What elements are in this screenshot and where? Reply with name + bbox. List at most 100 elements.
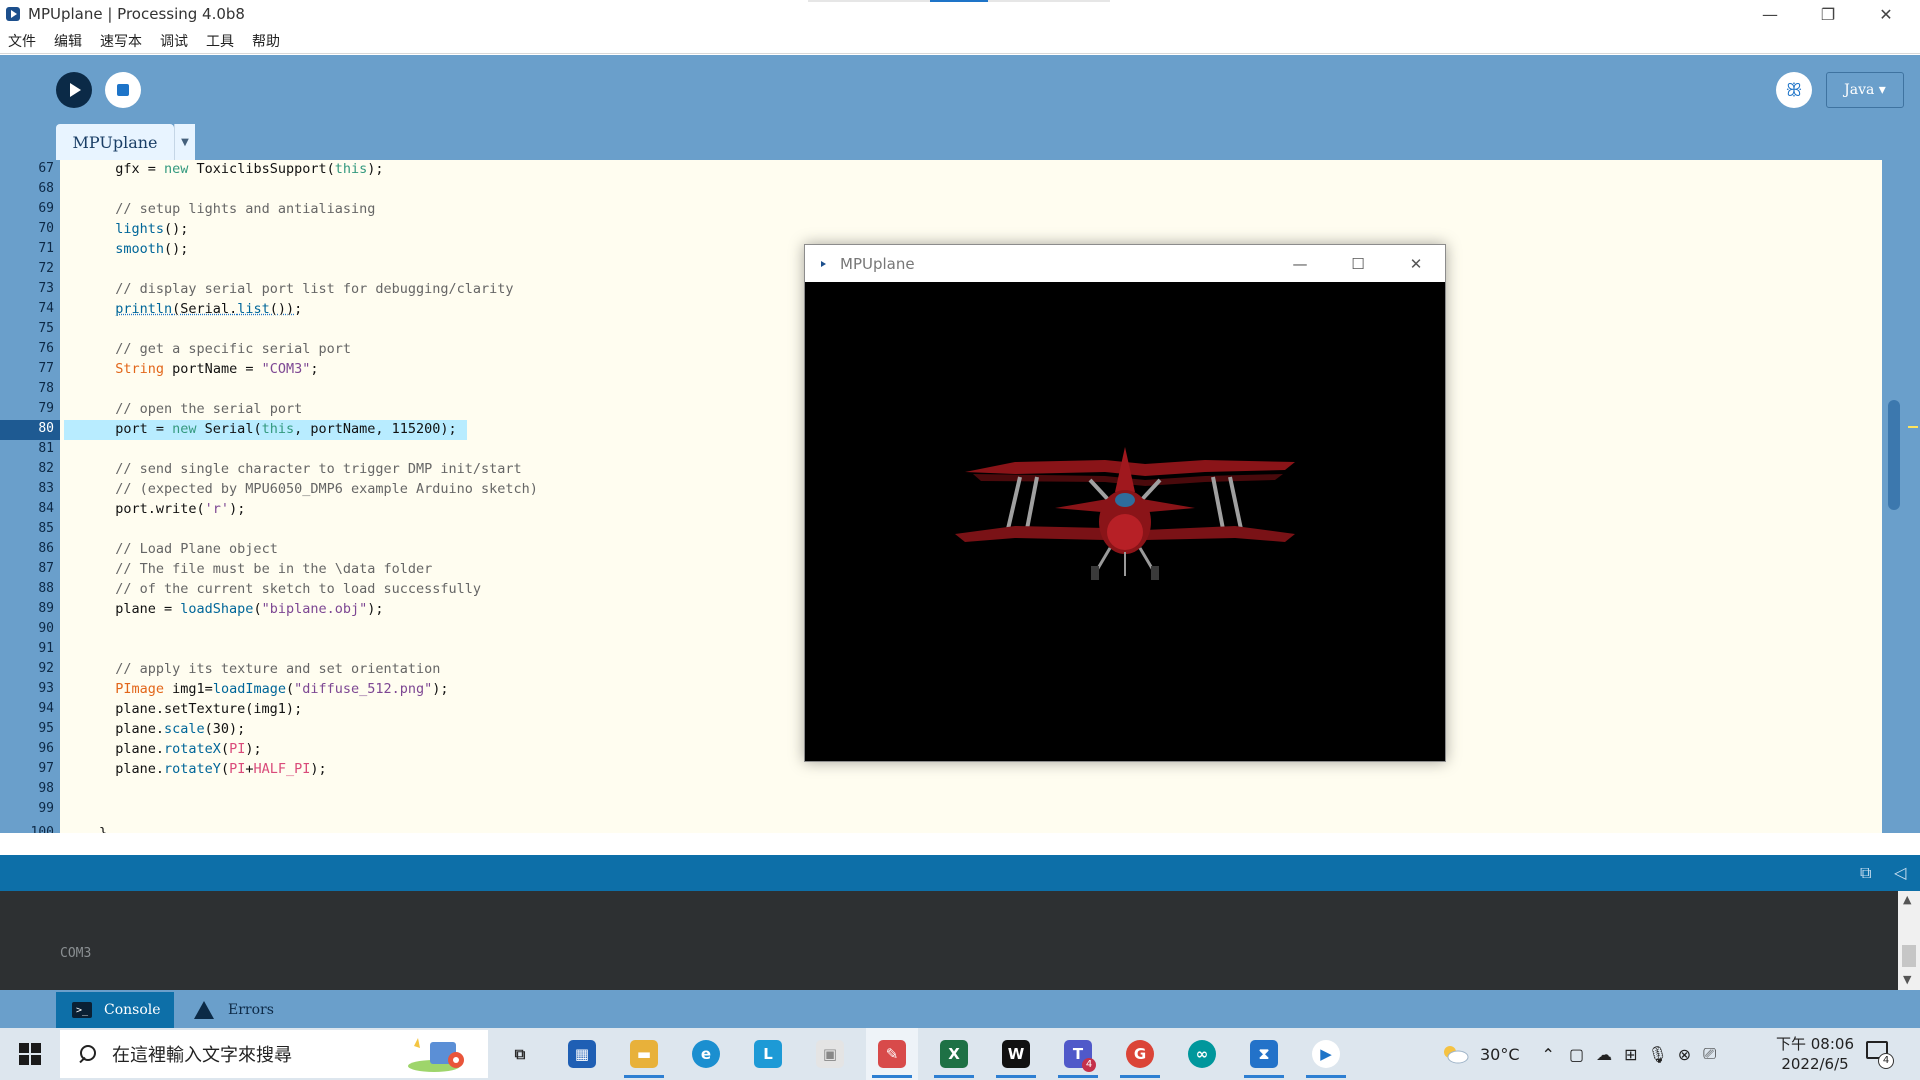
code-line[interactable]: // apply its texture and set orientation: [99, 659, 440, 679]
clock[interactable]: 下午 08:06 2022/6/5: [1760, 1034, 1870, 1074]
code-line[interactable]: // Load Plane object: [99, 539, 278, 559]
tab-mpuplane[interactable]: MPUplane: [56, 124, 174, 160]
titlebar-indicator-active: [930, 0, 988, 2]
taskbar-edge[interactable]: e: [680, 1028, 732, 1080]
code-line[interactable]: plane.rotateY(PI+HALF_PI);: [99, 759, 326, 779]
code-line[interactable]: PImage img1=loadImage("diffuse_512.png")…: [99, 679, 448, 699]
code-line[interactable]: // setup lights and antialiasing: [99, 199, 375, 219]
sketch-window[interactable]: MPUplane — ☐ ✕: [804, 244, 1446, 762]
weather-temp[interactable]: 30°C: [1480, 1045, 1520, 1064]
menu-help[interactable]: 帮助: [252, 31, 280, 51]
tab-console-label: Console: [104, 1002, 161, 1018]
taskbar-microsoft-store[interactable]: ▦: [556, 1028, 608, 1080]
debugger-button[interactable]: ꕥ: [1776, 72, 1812, 108]
code-line[interactable]: plane.rotateX(PI);: [99, 739, 261, 759]
biplane-render: [955, 447, 1295, 580]
running-indicator: [996, 1075, 1036, 1078]
line-number: 95: [38, 721, 54, 736]
code-line[interactable]: println(Serial.list());: [99, 299, 302, 319]
menu-debug[interactable]: 调试: [160, 31, 188, 51]
console-scroll-thumb[interactable]: [1902, 945, 1916, 967]
console-output: COM3: [60, 946, 92, 961]
minimize-button[interactable]: —: [1741, 0, 1799, 28]
code-line[interactable]: // open the serial port: [99, 399, 302, 419]
menu-sketch[interactable]: 速写本: [100, 31, 142, 51]
code-line[interactable]: gfx = new ToxiclibsSupport(this);: [99, 160, 383, 179]
sketch-title: MPUplane: [840, 254, 915, 273]
editor-scrollbar[interactable]: [1882, 160, 1920, 833]
sketch-title-bar[interactable]: MPUplane — ☐ ✕: [805, 245, 1445, 282]
code-line[interactable]: // send single character to trigger DMP …: [99, 459, 521, 479]
menu-edit[interactable]: 编辑: [54, 31, 82, 51]
volume-muted-icon[interactable]: ⊗: [1678, 1045, 1691, 1064]
running-indicator: [1058, 1075, 1098, 1078]
taskbar-vscode-app[interactable]: ⧗: [1238, 1028, 1290, 1080]
code-line[interactable]: // get a specific serial port: [99, 339, 351, 359]
taskbar-processing[interactable]: ▶: [1300, 1028, 1352, 1080]
stop-button[interactable]: [105, 72, 141, 108]
sketch-close-button[interactable]: ✕: [1387, 245, 1445, 282]
start-button[interactable]: [0, 1028, 60, 1080]
line-number-gutter: 67 68 69 70 71 72 73 74 75 76 77 78 79 80 81 82 83 84 85 86…: [0, 160, 60, 833]
code-line[interactable]: plane = loadShape("biplane.obj");: [99, 599, 383, 619]
onedrive-icon[interactable]: ☁: [1596, 1045, 1612, 1064]
scroll-up-icon[interactable]: ▲: [1903, 893, 1911, 906]
sketch-maximize-button[interactable]: ☐: [1329, 245, 1387, 282]
photos-icon: ▣: [816, 1040, 844, 1068]
menu-file[interactable]: 文件: [8, 31, 36, 51]
taskbar-line-app[interactable]: L: [742, 1028, 794, 1080]
taskbar-chrome[interactable]: G: [1114, 1028, 1166, 1080]
code-line[interactable]: port.write('r');: [99, 499, 245, 519]
code-line[interactable]: lights();: [99, 219, 188, 239]
scroll-marker: [1908, 426, 1918, 428]
close-button[interactable]: ✕: [1857, 0, 1915, 28]
taskbar-file-explorer[interactable]: ▬: [618, 1028, 670, 1080]
console-scrollbar[interactable]: ▲ ▼: [1898, 891, 1920, 990]
line-number: 97: [38, 761, 54, 776]
menu-tools[interactable]: 工具: [206, 31, 234, 51]
copy-icon[interactable]: ⧉: [1860, 863, 1871, 883]
running-indicator: [1120, 1075, 1160, 1078]
usb-device-icon[interactable]: ▢: [1569, 1045, 1584, 1064]
taskbar-photos[interactable]: ▣: [804, 1028, 856, 1080]
taskbar-excel[interactable]: X: [928, 1028, 980, 1080]
sketch-minimize-button[interactable]: —: [1271, 245, 1329, 282]
code-line[interactable]: // (expected by MPU6050_DMP6 example Ard…: [99, 479, 538, 499]
taskbar-paint-app[interactable]: ✎: [866, 1028, 918, 1080]
code-line[interactable]: // display serial port list for debuggin…: [99, 279, 513, 299]
code-line[interactable]: // The file must be in the \data folder: [99, 559, 432, 579]
tab-errors[interactable]: Errors: [194, 992, 314, 1028]
show-hidden-icons-icon[interactable]: ⌃: [1542, 1045, 1555, 1064]
taskbar-task-view[interactable]: ⧉: [494, 1028, 546, 1080]
code-line[interactable]: smooth();: [99, 239, 188, 259]
editor-scroll-thumb[interactable]: [1888, 400, 1900, 510]
code-line[interactable]: port = new Serial(this, portName, 115200…: [99, 419, 456, 439]
notification-center-button[interactable]: 4: [1866, 1041, 1894, 1069]
sketch-app-icon: [821, 260, 826, 267]
microphone-icon[interactable]: 🎙: [1647, 1045, 1667, 1064]
search-placeholder: 在這裡輸入文字來搜尋: [112, 1045, 292, 1066]
code-line[interactable]: }: [99, 823, 107, 833]
code-line[interactable]: String portName = "COM3";: [99, 359, 318, 379]
input-method-icon[interactable]: ⎚: [1703, 1044, 1716, 1064]
scroll-down-icon[interactable]: ▼: [1903, 973, 1911, 986]
edge-icon: e: [692, 1040, 720, 1068]
sketch-canvas[interactable]: [805, 282, 1445, 761]
tab-menu-button[interactable]: ▼: [174, 124, 195, 160]
tab-console[interactable]: >_ Console: [56, 992, 174, 1028]
code-line[interactable]: // of the current sketch to load success…: [99, 579, 481, 599]
code-line[interactable]: plane.setTexture(img1);: [99, 699, 302, 719]
mode-selector[interactable]: Java ▾: [1826, 72, 1904, 108]
line-app-icon: L: [754, 1040, 782, 1068]
taskbar-webex[interactable]: W: [990, 1028, 1042, 1080]
network-icon[interactable]: ⊞: [1624, 1045, 1637, 1064]
arduino-icon: ∞: [1188, 1040, 1216, 1068]
taskbar-search[interactable]: 在這裡輸入文字來搜尋: [60, 1030, 488, 1078]
code-line[interactable]: plane.scale(30);: [99, 719, 245, 739]
restore-button[interactable]: ❐: [1799, 0, 1857, 28]
collapse-console-icon[interactable]: ◁: [1894, 863, 1906, 882]
taskbar-arduino[interactable]: ∞: [1176, 1028, 1228, 1080]
line-number: 98: [38, 781, 54, 796]
run-button[interactable]: [56, 72, 92, 108]
taskbar-teams[interactable]: T4: [1052, 1028, 1104, 1080]
